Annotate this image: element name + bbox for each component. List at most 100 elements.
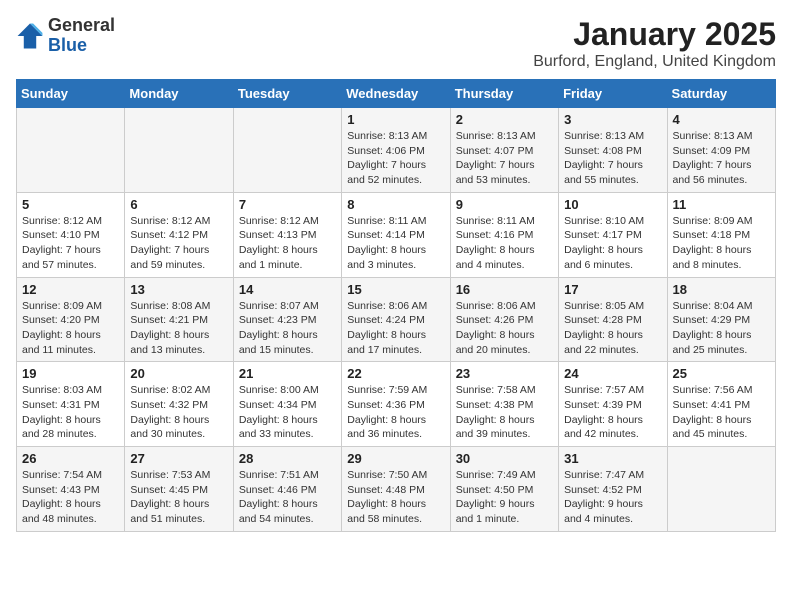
day-number: 20 [130,366,227,381]
day-info: Sunrise: 8:13 AM Sunset: 4:07 PM Dayligh… [456,129,553,188]
day-info: Sunrise: 8:10 AM Sunset: 4:17 PM Dayligh… [564,214,661,273]
day-number: 3 [564,112,661,127]
day-info: Sunrise: 7:53 AM Sunset: 4:45 PM Dayligh… [130,468,227,527]
day-info: Sunrise: 7:57 AM Sunset: 4:39 PM Dayligh… [564,383,661,442]
day-number: 10 [564,197,661,212]
day-info: Sunrise: 7:54 AM Sunset: 4:43 PM Dayligh… [22,468,119,527]
day-number: 13 [130,282,227,297]
calendar-cell: 19Sunrise: 8:03 AM Sunset: 4:31 PM Dayli… [17,362,125,447]
logo-text: General Blue [48,16,115,56]
title-block: January 2025 Burford, England, United Ki… [533,16,776,71]
calendar-week-row: 5 Sunrise: 8:12 AM Sunset: 4:10 PM Daylig… [17,192,776,277]
day-info: Sunrise: 7:47 AM Sunset: 4:52 PM Dayligh… [564,468,661,527]
calendar-table: SundayMondayTuesdayWednesdayThursdayFrid… [16,79,776,532]
day-info: Sunrise: 8:12 AM Sunset: 4:12 PM Dayligh… [130,214,227,273]
calendar-cell: 27Sunrise: 7:53 AM Sunset: 4:45 PM Dayli… [125,447,233,532]
day-number: 6 [130,197,227,212]
day-number: 15 [347,282,444,297]
day-info: Sunrise: 8:06 AM Sunset: 4:26 PM Dayligh… [456,299,553,358]
day-info: Sunrise: 8:00 AM Sunset: 4:34 PM Dayligh… [239,383,336,442]
day-info: Sunrise: 8:13 AM Sunset: 4:08 PM Dayligh… [564,129,661,188]
weekday-header-row: SundayMondayTuesdayWednesdayThursdayFrid… [17,80,776,108]
day-info: Sunrise: 7:56 AM Sunset: 4:41 PM Dayligh… [673,383,770,442]
weekday-header: Thursday [450,80,558,108]
day-number: 2 [456,112,553,127]
day-number: 30 [456,451,553,466]
day-number: 14 [239,282,336,297]
day-number: 19 [22,366,119,381]
calendar-week-row: 12Sunrise: 8:09 AM Sunset: 4:20 PM Dayli… [17,277,776,362]
day-info: Sunrise: 8:12 AM Sunset: 4:10 PM Dayligh… [22,214,119,273]
day-number: 17 [564,282,661,297]
logo: General Blue [16,16,115,56]
calendar-cell: 9Sunrise: 8:11 AM Sunset: 4:16 PM Daylig… [450,192,558,277]
day-info: Sunrise: 8:13 AM Sunset: 4:06 PM Dayligh… [347,129,444,188]
day-number: 21 [239,366,336,381]
calendar-cell: 31 Sunrise: 7:47 AM Sunset: 4:52 PM Dayli… [559,447,667,532]
calendar-cell: 12Sunrise: 8:09 AM Sunset: 4:20 PM Dayli… [17,277,125,362]
calendar-cell: 14 Sunrise: 8:07 AM Sunset: 4:23 PM Dayli… [233,277,341,362]
day-info: Sunrise: 8:02 AM Sunset: 4:32 PM Dayligh… [130,383,227,442]
day-number: 25 [673,366,770,381]
calendar-cell: 23 Sunrise: 7:58 AM Sunset: 4:38 PM Dayli… [450,362,558,447]
calendar-cell: 4 Sunrise: 8:13 AM Sunset: 4:09 PM Daylig… [667,108,775,193]
calendar-week-row: 19Sunrise: 8:03 AM Sunset: 4:31 PM Dayli… [17,362,776,447]
calendar-cell: 30 Sunrise: 7:49 AM Sunset: 4:50 PM Dayli… [450,447,558,532]
calendar-cell: 24 Sunrise: 7:57 AM Sunset: 4:39 PM Dayli… [559,362,667,447]
weekday-header: Sunday [17,80,125,108]
calendar-cell: 2 Sunrise: 8:13 AM Sunset: 4:07 PM Daylig… [450,108,558,193]
calendar-week-row: 1Sunrise: 8:13 AM Sunset: 4:06 PM Daylig… [17,108,776,193]
calendar-cell [17,108,125,193]
calendar-cell: 15Sunrise: 8:06 AM Sunset: 4:24 PM Dayli… [342,277,450,362]
weekday-header: Saturday [667,80,775,108]
day-info: Sunrise: 7:58 AM Sunset: 4:38 PM Dayligh… [456,383,553,442]
calendar-cell: 3 Sunrise: 8:13 AM Sunset: 4:08 PM Daylig… [559,108,667,193]
calendar-cell: 26 Sunrise: 7:54 AM Sunset: 4:43 PM Dayli… [17,447,125,532]
day-number: 16 [456,282,553,297]
calendar-cell: 22Sunrise: 7:59 AM Sunset: 4:36 PM Dayli… [342,362,450,447]
day-number: 12 [22,282,119,297]
calendar-cell: 25 Sunrise: 7:56 AM Sunset: 4:41 PM Dayli… [667,362,775,447]
day-info: Sunrise: 7:51 AM Sunset: 4:46 PM Dayligh… [239,468,336,527]
weekday-header: Monday [125,80,233,108]
weekday-header: Wednesday [342,80,450,108]
calendar-week-row: 26 Sunrise: 7:54 AM Sunset: 4:43 PM Dayli… [17,447,776,532]
calendar-cell: 7 Sunrise: 8:12 AM Sunset: 4:13 PM Daylig… [233,192,341,277]
day-info: Sunrise: 8:12 AM Sunset: 4:13 PM Dayligh… [239,214,336,273]
day-number: 5 [22,197,119,212]
calendar-cell [667,447,775,532]
calendar-cell: 29 Sunrise: 7:50 AM Sunset: 4:48 PM Dayli… [342,447,450,532]
day-info: Sunrise: 7:59 AM Sunset: 4:36 PM Dayligh… [347,383,444,442]
calendar-cell: 5 Sunrise: 8:12 AM Sunset: 4:10 PM Daylig… [17,192,125,277]
day-info: Sunrise: 8:13 AM Sunset: 4:09 PM Dayligh… [673,129,770,188]
calendar-cell [233,108,341,193]
page-header: General Blue January 2025 Burford, Engla… [16,16,776,71]
day-number: 18 [673,282,770,297]
logo-icon [16,22,44,50]
day-info: Sunrise: 8:08 AM Sunset: 4:21 PM Dayligh… [130,299,227,358]
calendar-cell: 21 Sunrise: 8:00 AM Sunset: 4:34 PM Dayli… [233,362,341,447]
day-number: 4 [673,112,770,127]
day-info: Sunrise: 8:04 AM Sunset: 4:29 PM Dayligh… [673,299,770,358]
day-number: 11 [673,197,770,212]
day-number: 31 [564,451,661,466]
calendar-cell: 16 Sunrise: 8:06 AM Sunset: 4:26 PM Dayli… [450,277,558,362]
day-number: 29 [347,451,444,466]
day-number: 28 [239,451,336,466]
calendar-cell: 17Sunrise: 8:05 AM Sunset: 4:28 PM Dayli… [559,277,667,362]
day-info: Sunrise: 7:49 AM Sunset: 4:50 PM Dayligh… [456,468,553,527]
calendar-cell: 6 Sunrise: 8:12 AM Sunset: 4:12 PM Daylig… [125,192,233,277]
day-number: 7 [239,197,336,212]
day-info: Sunrise: 8:07 AM Sunset: 4:23 PM Dayligh… [239,299,336,358]
calendar-cell: 8Sunrise: 8:11 AM Sunset: 4:14 PM Daylig… [342,192,450,277]
calendar-cell: 13 Sunrise: 8:08 AM Sunset: 4:21 PM Dayli… [125,277,233,362]
day-number: 24 [564,366,661,381]
calendar-subtitle: Burford, England, United Kingdom [533,53,776,71]
calendar-title: January 2025 [533,16,776,53]
day-info: Sunrise: 8:09 AM Sunset: 4:18 PM Dayligh… [673,214,770,273]
day-number: 26 [22,451,119,466]
day-number: 9 [456,197,553,212]
calendar-cell [125,108,233,193]
day-number: 23 [456,366,553,381]
day-info: Sunrise: 7:50 AM Sunset: 4:48 PM Dayligh… [347,468,444,527]
